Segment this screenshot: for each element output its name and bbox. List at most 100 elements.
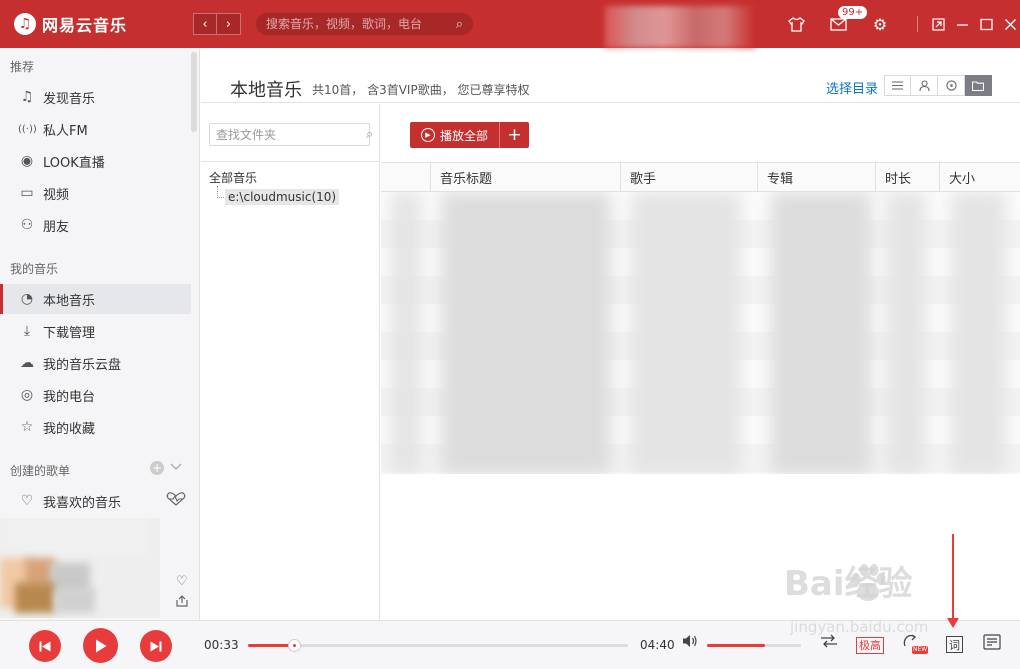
sidebar-item-label: 我喜欢的音乐 xyxy=(43,495,122,511)
add-to-queue-button[interactable]: + xyxy=(499,122,529,148)
mini-mode-icon[interactable] xyxy=(926,10,950,38)
maximize-icon[interactable] xyxy=(974,10,998,38)
play-all-group: ▶ 播放全部 + xyxy=(410,122,529,148)
minimize-icon[interactable] xyxy=(950,10,974,38)
sidebar-item-friends[interactable]: ⚇ 朋友 xyxy=(0,210,191,240)
global-search-input[interactable] xyxy=(266,17,456,31)
add-playlist-icon[interactable]: + xyxy=(150,460,164,475)
created-playlist-controls: + xyxy=(150,460,182,475)
play-all-label: 播放全部 xyxy=(439,128,488,143)
local-music-icon: ◔ xyxy=(20,291,34,307)
progress-fill xyxy=(248,644,294,647)
like-icon[interactable]: ♡ xyxy=(176,574,188,589)
volume-icon[interactable] xyxy=(682,634,698,652)
column-duration[interactable]: 时长 xyxy=(875,163,939,192)
play-icon[interactable] xyxy=(83,628,118,663)
heartbeat-mode-icon[interactable] xyxy=(166,492,186,510)
song-list-blurred[interactable] xyxy=(381,192,1020,474)
history-nav: ‹ › xyxy=(193,13,241,35)
tree-root-all-music[interactable]: 全部音乐 xyxy=(209,169,257,186)
choose-directory-link[interactable]: 选择目录 xyxy=(826,78,878,97)
folder-view-icon[interactable] xyxy=(965,75,992,96)
now-playing-actions: ♡ xyxy=(176,574,188,611)
song-list-header: 音乐标题 歌手 专辑 时长 大小 xyxy=(381,162,1020,192)
sidebar-item-video[interactable]: ▭ 视频 xyxy=(0,178,191,208)
blurred-cell xyxy=(951,192,1006,474)
folder-search-input[interactable] xyxy=(216,127,366,142)
folder-search: ⌕ xyxy=(209,123,373,146)
chevron-down-icon[interactable] xyxy=(170,460,182,475)
cloud-icon: ☁ xyxy=(20,355,34,371)
next-track-icon[interactable] xyxy=(140,630,172,662)
player-bar: 00:33 04:40 极高 NEW 词 xyxy=(0,620,1020,669)
sidebar-item-local-music[interactable]: ◔ 本地音乐 xyxy=(0,284,191,314)
titlebar-tools: 99+ ⚙ xyxy=(782,6,908,38)
sidebar-item-fm[interactable]: ((·)) 私人FM xyxy=(0,114,191,144)
sound-quality-badge[interactable]: 极高 xyxy=(856,637,884,654)
sidebar-item-look-live[interactable]: ◉ LOOK直播 xyxy=(0,146,191,176)
new-badge: NEW xyxy=(912,646,929,654)
live-icon: ◉ xyxy=(20,153,34,169)
blurred-cell xyxy=(391,192,421,474)
message-badge: 99+ xyxy=(838,6,868,19)
column-title[interactable]: 音乐标题 xyxy=(430,163,620,192)
playlist-icon[interactable] xyxy=(983,634,1001,654)
sidebar-item-cloud-disk[interactable]: ☁ 我的音乐云盘 xyxy=(0,348,191,378)
current-time: 00:33 xyxy=(204,638,239,652)
sidebar-scrollbar[interactable] xyxy=(191,52,197,132)
sidebar-item-label: LOOK直播 xyxy=(43,155,105,171)
now-playing-cover-blurred[interactable] xyxy=(0,518,160,618)
sidebar-item-label: 下载管理 xyxy=(43,325,96,341)
share-icon[interactable] xyxy=(176,595,188,611)
app-logo[interactable]: ♫ 网易云音乐 xyxy=(14,12,127,36)
section-recommend: 推荐 xyxy=(10,60,35,74)
volume-fill xyxy=(707,644,766,647)
forward-button[interactable]: › xyxy=(217,13,241,35)
progress-handle[interactable] xyxy=(287,639,301,652)
sidebar-item-label: 我的收藏 xyxy=(43,421,96,437)
album-view-icon[interactable] xyxy=(938,75,965,96)
baidu-paw-icon xyxy=(851,564,886,601)
column-artist[interactable]: 歌手 xyxy=(620,163,757,192)
list-view-icon[interactable] xyxy=(884,75,911,96)
search-icon[interactable]: ⌕ xyxy=(366,127,373,142)
volume-slider[interactable] xyxy=(707,644,801,647)
play-mode-icon[interactable] xyxy=(820,634,838,652)
back-button[interactable]: ‹ xyxy=(193,13,217,35)
column-size[interactable]: 大小 xyxy=(939,163,1020,192)
sidebar-item-liked-songs[interactable]: ♡ 我喜欢的音乐 xyxy=(0,486,191,516)
previous-track-icon[interactable] xyxy=(29,630,61,662)
tree-node-cloudmusic[interactable]: e:\cloudmusic(10) xyxy=(225,189,340,205)
progress-bar[interactable] xyxy=(248,639,628,652)
artist-view-icon[interactable] xyxy=(911,75,938,96)
view-switcher xyxy=(884,75,992,96)
sidebar-item-favorites[interactable]: ☆ 我的收藏 xyxy=(0,412,191,442)
lyrics-toggle[interactable]: 词 xyxy=(946,636,963,653)
page-title: 本地音乐 xyxy=(230,80,302,101)
download-icon: ⤓ xyxy=(23,323,31,339)
blurred-cell xyxy=(441,192,611,474)
column-album[interactable]: 专辑 xyxy=(757,163,875,192)
section-my-music: 我的音乐 xyxy=(10,262,59,276)
column-index xyxy=(381,163,430,192)
sidebar-item-downloads[interactable]: ⤓ 下载管理 xyxy=(0,316,191,346)
global-search: ⌕ xyxy=(256,13,473,35)
play-all-button[interactable]: ▶ 播放全部 xyxy=(410,122,499,148)
close-icon[interactable] xyxy=(998,10,1020,38)
title-bar: ♫ 网易云音乐 ‹ › ⌕ 99+ ⚙ xyxy=(0,0,1020,48)
blurred-cell xyxy=(886,192,926,474)
podcast-icon: ◎ xyxy=(20,387,34,403)
sidebar-item-label: 朋友 xyxy=(43,219,70,235)
sidebar-item-discover[interactable]: ♫ 发现音乐 xyxy=(0,82,191,112)
netease-logo-icon: ♫ xyxy=(14,13,36,35)
gear-icon[interactable]: ⚙ xyxy=(866,10,894,38)
mail-icon[interactable]: 99+ xyxy=(824,6,868,38)
sidebar-item-label: 我的音乐云盘 xyxy=(43,357,122,373)
skin-icon[interactable] xyxy=(782,10,810,38)
blurred-cell xyxy=(771,192,871,474)
search-icon[interactable]: ⌕ xyxy=(456,17,463,32)
radio-wave-icon: ((·)) xyxy=(18,123,37,135)
tree-divider xyxy=(201,161,380,162)
user-avatar-blurred[interactable] xyxy=(605,6,755,48)
sidebar-item-my-radio[interactable]: ◎ 我的电台 xyxy=(0,380,191,410)
